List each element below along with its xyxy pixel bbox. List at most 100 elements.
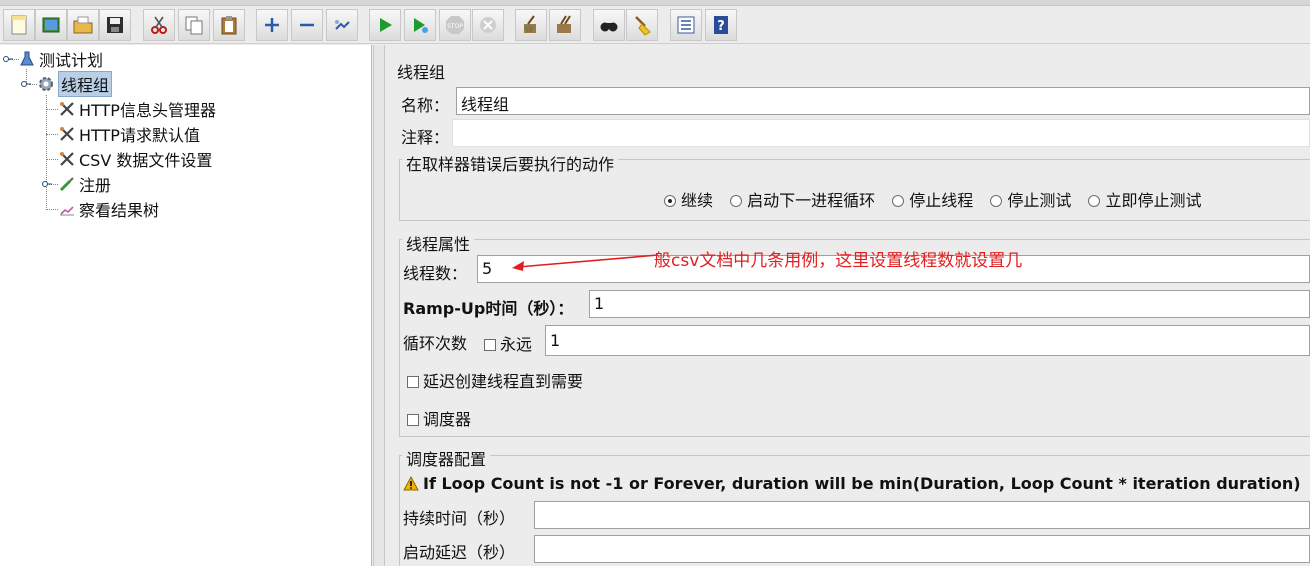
reset-search-icon bbox=[635, 16, 651, 36]
scheduler-checkbox-box[interactable] bbox=[407, 414, 419, 426]
radio-start-next-loop[interactable]: 启动下一进程循环 bbox=[730, 191, 875, 210]
collapse-button[interactable] bbox=[291, 9, 323, 41]
toggle-icon bbox=[335, 20, 350, 30]
tree-node-csv-data-set[interactable]: CSV 数据文件设置 bbox=[58, 147, 212, 171]
radio-continue-indicator[interactable] bbox=[664, 195, 676, 207]
radio-continue[interactable]: 继续 bbox=[664, 191, 713, 210]
radio-stop-thread-indicator[interactable] bbox=[892, 195, 905, 207]
function-helper-button[interactable] bbox=[670, 9, 702, 41]
tree-expand-toggle-icon[interactable] bbox=[21, 79, 31, 89]
gear-icon bbox=[37, 75, 55, 93]
radio-stop-thread[interactable]: 停止线程 bbox=[892, 191, 973, 210]
toggle-button[interactable] bbox=[326, 9, 358, 41]
panel-title: 线程组 bbox=[397, 63, 446, 82]
wrench-scissors-icon bbox=[58, 125, 76, 143]
toolbar: STOP ? bbox=[0, 6, 1310, 44]
rampup-field[interactable]: 1 bbox=[589, 290, 1310, 318]
radio-stop-test-now[interactable]: 立即停止测试 bbox=[1088, 191, 1201, 210]
jmeter-window: STOP ? 测试计划 线程组 HTTP信息头管理器 HTTP请求默认值 CSV… bbox=[0, 0, 1310, 566]
paste-button[interactable] bbox=[213, 9, 245, 41]
forever-checkbox[interactable]: 永远 bbox=[484, 331, 532, 355]
shutdown-button[interactable] bbox=[472, 9, 504, 41]
tree-expand-toggle-icon[interactable] bbox=[3, 54, 13, 64]
start-icon bbox=[380, 18, 392, 32]
new-icon bbox=[11, 15, 27, 35]
radio-stop-test[interactable]: 停止测试 bbox=[990, 191, 1071, 210]
sampler-error-title: 在取样器错误后要执行的动作 bbox=[402, 151, 619, 175]
search-icon bbox=[600, 22, 618, 32]
stop-icon: STOP bbox=[446, 16, 464, 34]
reset-search-button[interactable] bbox=[626, 9, 658, 41]
start-no-pauses-button[interactable] bbox=[404, 9, 436, 41]
delay-thread-checkbox[interactable]: 延迟创建线程直到需要 bbox=[407, 368, 583, 392]
annotation-arrow bbox=[512, 254, 659, 271]
templates-button[interactable] bbox=[35, 9, 67, 41]
help-button[interactable]: ? bbox=[705, 9, 737, 41]
clear-button[interactable] bbox=[515, 9, 547, 41]
expand-button[interactable] bbox=[256, 9, 288, 41]
startup-delay-label: 启动延迟（秒） bbox=[403, 543, 516, 562]
clear-all-button[interactable] bbox=[549, 9, 581, 41]
tree-expand-toggle-icon[interactable] bbox=[42, 179, 52, 189]
save-button[interactable] bbox=[99, 9, 131, 41]
startup-delay-field[interactable] bbox=[534, 535, 1310, 563]
tree-node-http-header-manager[interactable]: HTTP信息头管理器 bbox=[58, 97, 216, 121]
cut-button[interactable] bbox=[143, 9, 175, 41]
wrench-scissors-icon bbox=[58, 100, 76, 118]
forever-checkbox-box[interactable] bbox=[484, 339, 496, 351]
scheduler-checkbox[interactable]: 调度器 bbox=[407, 406, 471, 430]
open-button[interactable] bbox=[67, 9, 99, 41]
scheduler-warning: If Loop Count is not -1 or Forever, dura… bbox=[403, 474, 1301, 493]
sampler-error-actions: 继续 启动下一进程循环 停止线程 停止测试 立即停止测试 bbox=[664, 187, 1201, 211]
start-button[interactable] bbox=[369, 9, 401, 41]
search-button[interactable] bbox=[593, 9, 625, 41]
svg-text:STOP: STOP bbox=[447, 23, 463, 30]
paste-icon bbox=[221, 16, 237, 35]
scheduler-config-title: 调度器配置 bbox=[402, 446, 491, 470]
radio-stop-test-now-label: 立即停止测试 bbox=[1105, 191, 1202, 210]
name-field[interactable]: 线程组 bbox=[456, 87, 1310, 115]
radio-start-next-loop-indicator[interactable] bbox=[730, 195, 743, 207]
svg-text:?: ? bbox=[717, 19, 725, 34]
save-icon bbox=[107, 17, 123, 33]
scheduler-label: 调度器 bbox=[423, 410, 472, 429]
wrench-scissors-icon bbox=[58, 150, 76, 168]
threads-label: 线程数： bbox=[403, 264, 468, 283]
radio-start-next-loop-label: 启动下一进程循环 bbox=[747, 191, 876, 210]
scheduler-warning-text: If Loop Count is not -1 or Forever, dura… bbox=[423, 474, 1301, 493]
loop-count-label: 循环次数 bbox=[403, 334, 468, 353]
tree-node-thread-group[interactable]: 线程组 bbox=[37, 71, 113, 97]
forever-label: 永远 bbox=[500, 335, 533, 354]
delay-thread-label: 延迟创建线程直到需要 bbox=[423, 372, 584, 391]
tree-node-register[interactable]: 注册 bbox=[58, 172, 111, 196]
duration-field[interactable] bbox=[534, 501, 1310, 529]
flask-icon bbox=[18, 50, 36, 68]
stop-button[interactable]: STOP bbox=[439, 9, 471, 41]
tree-node-view-results-tree[interactable]: 察看结果树 bbox=[58, 197, 159, 221]
comment-label: 注释： bbox=[401, 128, 450, 147]
thread-group-panel: 线程组 名称： 线程组 注释： 在取样器错误后要执行的动作 继续 启动下一进程循… bbox=[386, 45, 1310, 566]
help-icon: ? bbox=[714, 16, 728, 34]
tree-label-http-defaults: HTTP请求默认值 bbox=[79, 126, 200, 145]
delay-thread-checkbox-box[interactable] bbox=[407, 376, 419, 388]
tree-label-http-header: HTTP信息头管理器 bbox=[79, 101, 216, 120]
rampup-label: Ramp-Up时间（秒）： bbox=[403, 299, 574, 318]
tree-label-csv: CSV 数据文件设置 bbox=[79, 151, 213, 170]
new-button[interactable] bbox=[3, 9, 35, 41]
radio-stop-test-now-indicator[interactable] bbox=[1088, 195, 1101, 207]
tree-node-test-plan[interactable]: 测试计划 bbox=[18, 47, 103, 71]
split-pane-divider[interactable] bbox=[373, 45, 385, 566]
tree-label-test-plan: 测试计划 bbox=[39, 51, 104, 70]
expand-icon bbox=[265, 18, 279, 32]
tree-node-http-defaults[interactable]: HTTP请求默认值 bbox=[58, 122, 200, 146]
loop-count-field[interactable]: 1 bbox=[545, 325, 1310, 356]
comment-field[interactable] bbox=[452, 119, 1310, 147]
templates-icon bbox=[42, 17, 60, 33]
cut-icon bbox=[151, 16, 167, 34]
radio-stop-test-indicator[interactable] bbox=[990, 195, 1003, 207]
duration-label: 持续时间（秒） bbox=[403, 509, 516, 528]
copy-icon bbox=[185, 16, 203, 35]
name-label: 名称： bbox=[401, 96, 450, 115]
copy-button[interactable] bbox=[178, 9, 210, 41]
tree-label-register: 注册 bbox=[79, 176, 112, 195]
